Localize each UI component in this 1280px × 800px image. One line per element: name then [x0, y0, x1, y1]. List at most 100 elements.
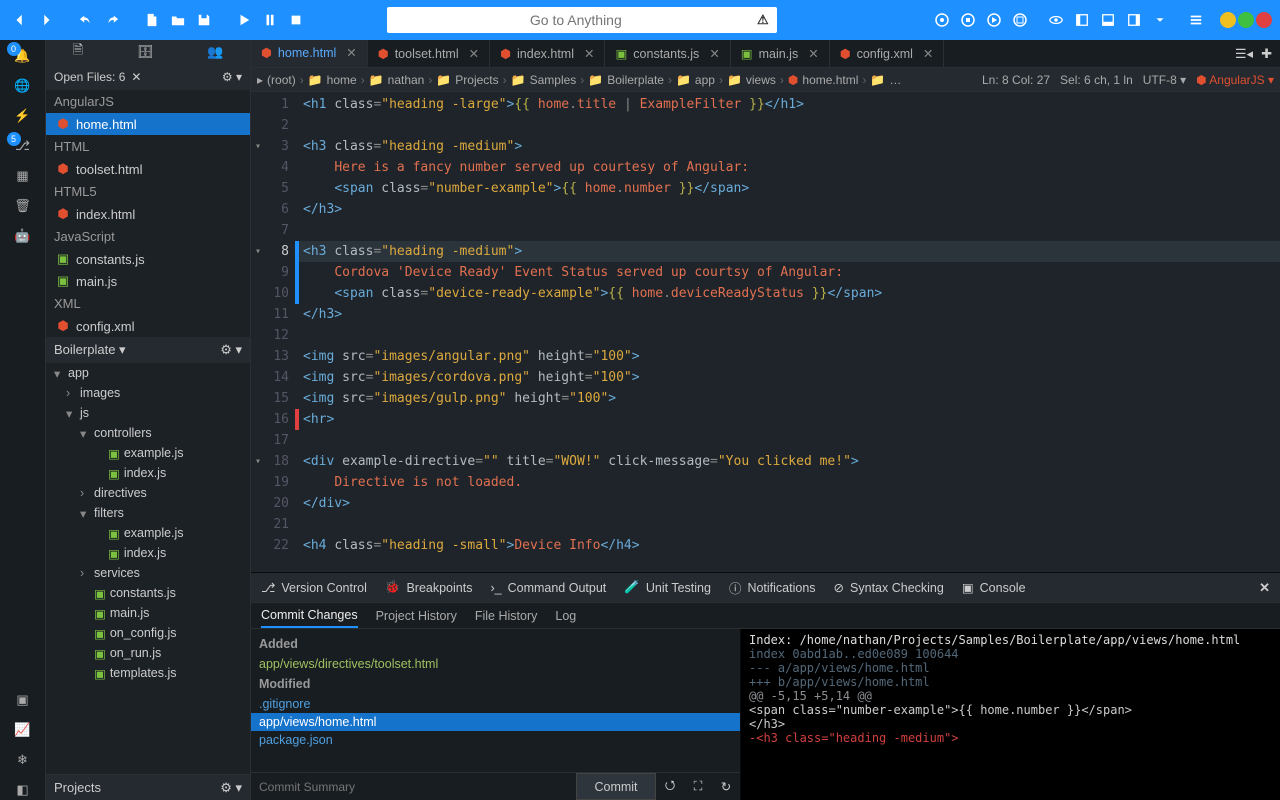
breadcrumb-item[interactable]: 📁nathan: [369, 73, 425, 87]
breadcrumb-item[interactable]: 📁Boilerplate: [588, 73, 664, 87]
open-file-item[interactable]: ⬢toolset.html: [46, 158, 250, 180]
changed-file[interactable]: app/views/directives/toolset.html: [251, 655, 740, 673]
project-gear-icon[interactable]: ⚙ ▾: [220, 342, 242, 358]
tab-close-icon[interactable]: ✕: [923, 46, 933, 61]
focus-mode-button[interactable]: [1044, 8, 1068, 32]
tree-row[interactable]: ▾app: [46, 363, 250, 383]
nav-back-button[interactable]: [8, 8, 32, 32]
sidebar-tab-db-icon[interactable]: 🗄: [137, 44, 154, 60]
changed-file[interactable]: package.json: [251, 731, 740, 749]
editor-tab[interactable]: ⬢home.html✕: [251, 40, 368, 67]
extension-icon[interactable]: ◧: [13, 780, 33, 800]
breadcrumb-item[interactable]: ▸(root): [257, 73, 296, 87]
new-tab-icon[interactable]: ✚: [1261, 46, 1272, 62]
play-macro-button[interactable]: [982, 8, 1006, 32]
tree-row[interactable]: ▣example.js: [46, 443, 250, 463]
fold-icon[interactable]: ▾: [255, 241, 261, 262]
project-name[interactable]: Boilerplate: [54, 342, 115, 357]
panel-tab[interactable]: 🧪Unit Testing: [624, 580, 711, 595]
panel-tab[interactable]: ⊘Syntax Checking: [834, 580, 944, 595]
tree-row[interactable]: ▣example.js: [46, 523, 250, 543]
vcs-icon[interactable]: 5⎇: [13, 136, 33, 156]
encoding-label[interactable]: UTF-8 ▾: [1143, 73, 1186, 87]
refresh-button[interactable]: ↻: [712, 773, 740, 800]
window-minimize-button[interactable]: [1220, 12, 1236, 28]
stop-macro-button[interactable]: [956, 8, 980, 32]
globe-icon[interactable]: 🌐: [13, 76, 33, 96]
tablist-icon[interactable]: ☰◂: [1235, 46, 1253, 62]
breadcrumb-item[interactable]: 📁Samples: [511, 73, 577, 87]
tree-row[interactable]: ›directives: [46, 483, 250, 503]
tree-row[interactable]: ▣index.js: [46, 463, 250, 483]
panel-subtab[interactable]: File History: [475, 603, 538, 628]
stop-button[interactable]: [284, 8, 308, 32]
tree-row[interactable]: ▣main.js: [46, 603, 250, 623]
chart-icon[interactable]: 📈: [13, 720, 33, 740]
changed-file[interactable]: app/views/home.html: [251, 713, 740, 731]
save-button[interactable]: [192, 8, 216, 32]
editor-tab[interactable]: ⬢config.xml✕: [830, 40, 945, 67]
panel-tab[interactable]: ⎇Version Control: [261, 580, 367, 595]
editor-tab[interactable]: ▣main.js✕: [731, 40, 830, 67]
tab-close-icon[interactable]: ✕: [346, 45, 356, 60]
layout-right-button[interactable]: [1122, 8, 1146, 32]
panel-tab[interactable]: ›_Command Output: [490, 581, 606, 595]
tree-row[interactable]: ▣on_config.js: [46, 623, 250, 643]
panel-tab[interactable]: ⓘNotifications: [729, 578, 816, 597]
redo-button[interactable]: [100, 8, 124, 32]
tree-row[interactable]: ▾js: [46, 403, 250, 423]
notifications-icon[interactable]: 0🔔: [13, 46, 33, 66]
goto-anything-search[interactable]: ⚠: [387, 7, 777, 33]
commit-summary-input[interactable]: [251, 773, 576, 800]
tab-close-icon[interactable]: ✕: [584, 46, 594, 61]
editor-tab[interactable]: ⬢index.html✕: [490, 40, 605, 67]
fold-icon[interactable]: ▾: [255, 136, 261, 157]
robot-icon[interactable]: 🤖: [13, 226, 33, 246]
play-button[interactable]: [232, 8, 256, 32]
fold-icon[interactable]: ▾: [255, 451, 261, 472]
projects-label[interactable]: Projects: [54, 780, 101, 795]
open-file-item[interactable]: ⬢index.html: [46, 203, 250, 225]
breadcrumb-item[interactable]: 📁home: [308, 73, 357, 87]
bolt-icon[interactable]: ⚡: [13, 106, 33, 126]
window-maximize-button[interactable]: [1238, 12, 1254, 28]
changed-file[interactable]: .gitignore: [251, 695, 740, 713]
layout-bottom-button[interactable]: [1096, 8, 1120, 32]
undo-button[interactable]: [74, 8, 98, 32]
close-open-files-button[interactable]: ✕: [131, 70, 141, 84]
new-file-button[interactable]: [140, 8, 164, 32]
tab-close-icon[interactable]: ✕: [469, 46, 479, 61]
tree-row[interactable]: ▾filters: [46, 503, 250, 523]
panel-subtab[interactable]: Commit Changes: [261, 603, 358, 628]
tab-close-icon[interactable]: ✕: [808, 46, 818, 61]
window-close-button[interactable]: [1256, 12, 1272, 28]
editor-tab[interactable]: ⬢toolset.html✕: [368, 40, 490, 67]
open-file-item[interactable]: ⬢config.xml: [46, 315, 250, 337]
breadcrumb-item[interactable]: 📁views: [727, 73, 776, 87]
sidebar-tab-collab-icon[interactable]: 👥: [207, 44, 223, 60]
sidebar-tab-files-icon[interactable]: 🗎: [73, 41, 83, 63]
code-editor[interactable]: 12▾34567▾891011121314151617▾1819202122 <…: [251, 92, 1280, 572]
snowflake-icon[interactable]: ❄: [13, 750, 33, 770]
goto-anything-input[interactable]: [395, 12, 757, 28]
open-file-button[interactable]: [166, 8, 190, 32]
tree-row[interactable]: ▣templates.js: [46, 663, 250, 683]
trash-icon[interactable]: 🗑: [13, 196, 33, 216]
diff-view[interactable]: Index: /home/nathan/Projects/Samples/Boi…: [741, 629, 1280, 800]
tree-row[interactable]: ▾controllers: [46, 423, 250, 443]
pause-button[interactable]: [258, 8, 282, 32]
open-files-gear-icon[interactable]: ⚙ ▾: [222, 70, 242, 84]
breadcrumb-item[interactable]: 📁…: [870, 73, 901, 87]
expand-button[interactable]: ⛶: [684, 773, 712, 800]
terminal-icon[interactable]: ▣: [13, 690, 33, 710]
tab-close-icon[interactable]: ✕: [709, 46, 719, 61]
nav-forward-button[interactable]: [34, 8, 58, 32]
tree-row[interactable]: ▣on_run.js: [46, 643, 250, 663]
amend-button[interactable]: ⭯: [656, 773, 684, 800]
open-file-item[interactable]: ▣main.js: [46, 270, 250, 292]
projects-gear-icon[interactable]: ⚙ ▾: [220, 780, 242, 796]
breadcrumb-item[interactable]: ⬢home.html: [788, 73, 859, 87]
panel-tab[interactable]: 🐞Breakpoints: [385, 580, 473, 595]
framework-label[interactable]: ⬢ AngularJS ▾: [1196, 73, 1274, 87]
tree-row[interactable]: ▣index.js: [46, 543, 250, 563]
